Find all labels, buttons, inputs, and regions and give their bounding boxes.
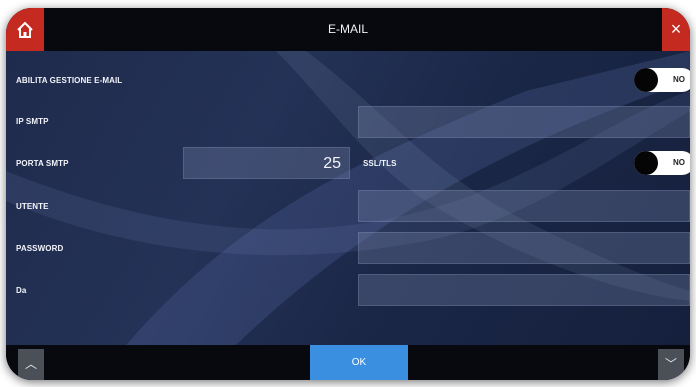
- toggle-knob: [634, 68, 658, 92]
- scroll-up-button[interactable]: ︿: [18, 349, 44, 380]
- port-smtp-field[interactable]: 25: [183, 147, 350, 179]
- toggle-state: NO: [673, 75, 685, 84]
- port-smtp-label: PORTA SMTP: [16, 159, 69, 168]
- ssl-tls-toggle[interactable]: NO: [634, 151, 690, 175]
- toggle-state: NO: [673, 158, 685, 167]
- from-label: Da: [16, 286, 27, 295]
- ip-smtp-label: IP SMTP: [16, 117, 49, 126]
- title-bar: E-MAIL ×: [6, 8, 690, 51]
- email-settings-window: E-MAIL × ABILITA GESTIONE E-MAIL NO IP S…: [6, 8, 690, 380]
- home-button[interactable]: [6, 8, 44, 51]
- chevron-up-icon: ︿: [24, 357, 37, 371]
- ok-button[interactable]: OK: [310, 345, 408, 380]
- footer-bar: ︿ OK ﹀: [6, 345, 690, 380]
- user-label: UTENTE: [16, 202, 49, 211]
- enable-email-toggle[interactable]: NO: [634, 68, 690, 92]
- toggle-knob: [634, 151, 658, 175]
- user-field[interactable]: [358, 190, 690, 222]
- close-icon: ×: [670, 19, 682, 39]
- window-title: E-MAIL: [327, 22, 368, 36]
- close-button[interactable]: ×: [662, 8, 690, 51]
- form-area: ABILITA GESTIONE E-MAIL NO IP SMTP PORTA…: [6, 51, 690, 345]
- from-field[interactable]: [358, 274, 690, 306]
- enable-email-label: ABILITA GESTIONE E-MAIL: [16, 76, 123, 85]
- chevron-down-icon: ﹀: [664, 357, 677, 371]
- password-label: PASSWORD: [16, 244, 64, 253]
- scroll-down-button[interactable]: ﹀: [658, 349, 684, 380]
- home-icon: [17, 21, 33, 38]
- ip-smtp-field[interactable]: [358, 106, 690, 138]
- password-field[interactable]: [358, 232, 690, 264]
- ssl-tls-label: SSL/TLS: [363, 159, 397, 168]
